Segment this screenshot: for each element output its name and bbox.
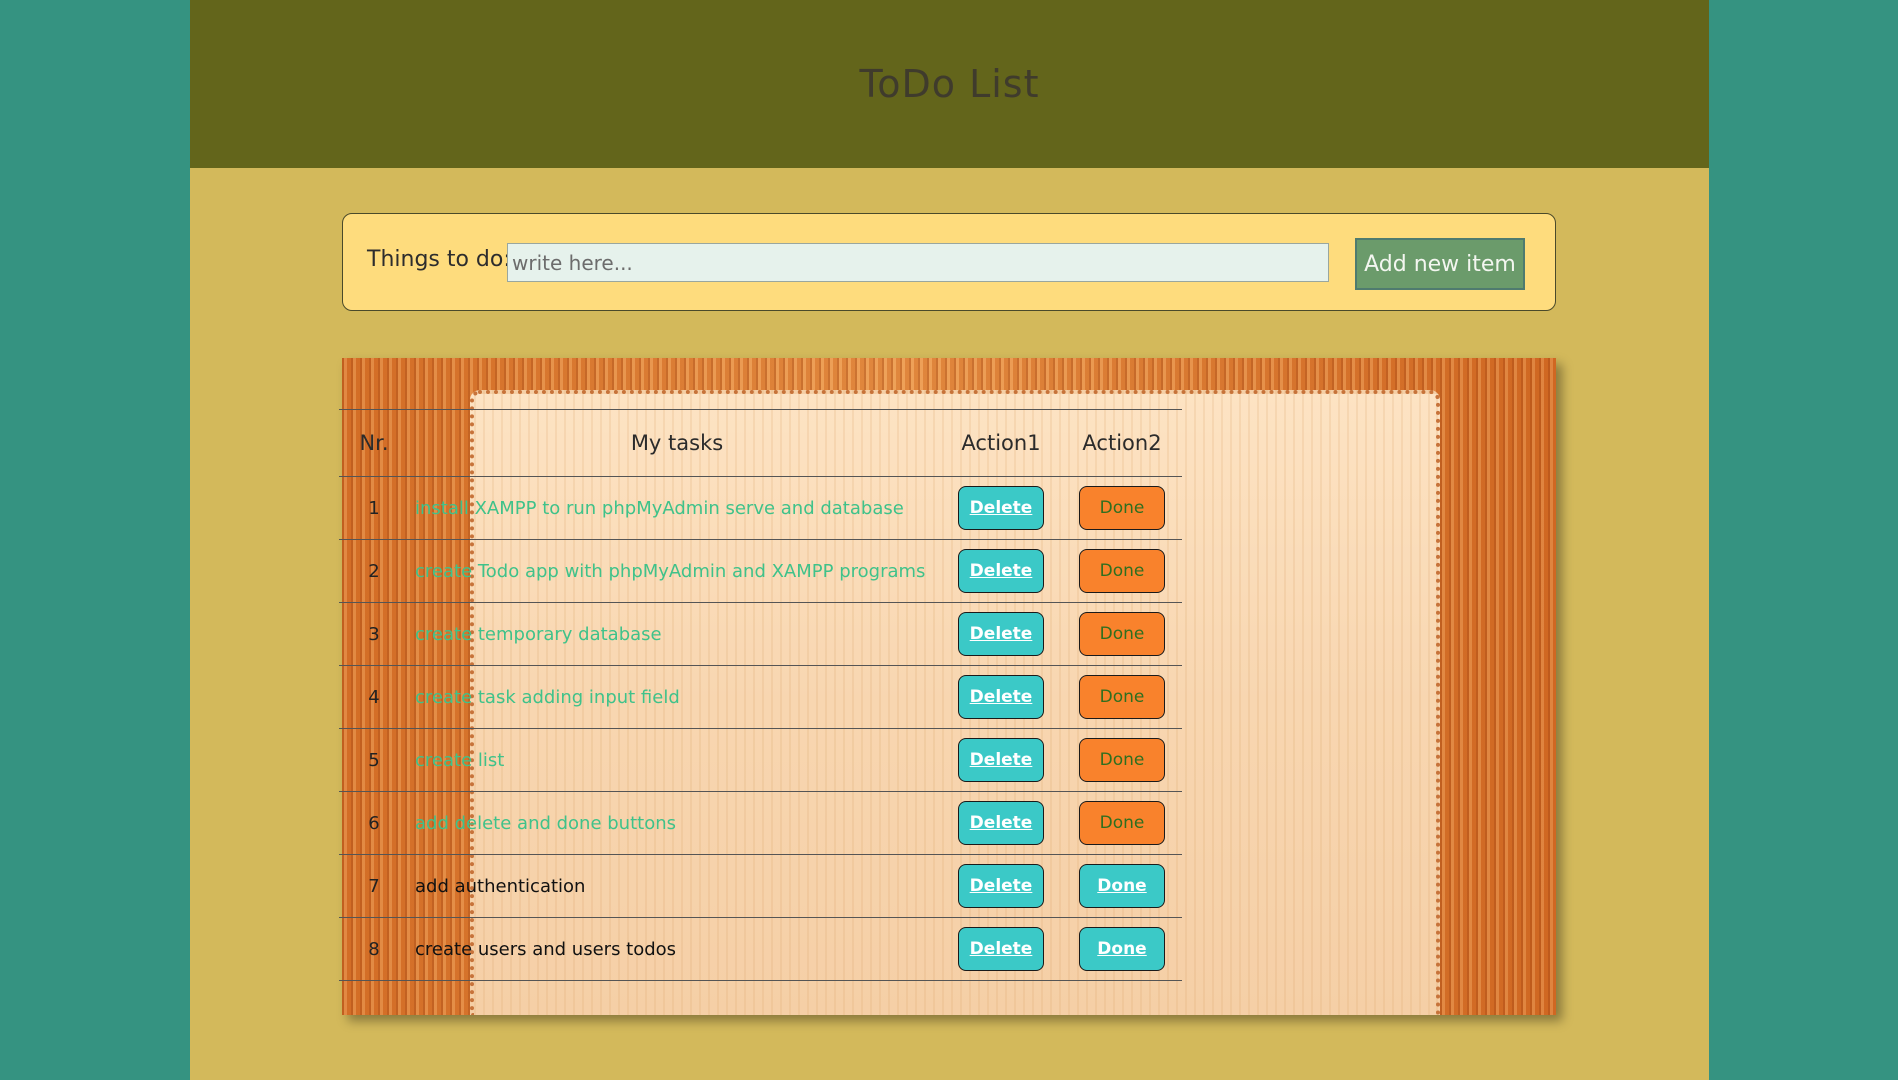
done-button[interactable]: Done (1079, 927, 1165, 971)
task-cell: add delete and done buttons (409, 791, 940, 855)
done-button[interactable]: Done (1079, 486, 1165, 530)
task-cell: create Todo app with phpMyAdmin and XAMP… (409, 539, 940, 603)
action1-cell: Delete (940, 728, 1062, 792)
task-number: 5 (339, 728, 409, 792)
done-button[interactable]: Done (1079, 864, 1165, 908)
table-row: 3 create temporary database Delete Done (339, 602, 1182, 666)
task-text: add delete and done buttons (415, 812, 677, 834)
task-cell: install XAMPP to run phpMyAdmin serve an… (409, 476, 940, 540)
done-button[interactable]: Done (1079, 549, 1165, 593)
action1-cell: Delete (940, 854, 1062, 918)
task-cell: create list (409, 728, 940, 792)
task-input[interactable] (507, 243, 1329, 282)
delete-button[interactable]: Delete (958, 549, 1044, 593)
add-new-item-button[interactable]: Add new item (1355, 238, 1525, 290)
task-text: create Todo app with phpMyAdmin and XAMP… (415, 560, 926, 582)
delete-button[interactable]: Delete (958, 486, 1044, 530)
table-row: 8 create users and users todos Delete Done (339, 917, 1182, 981)
action2-cell: Done (1062, 917, 1182, 981)
action1-cell: Delete (940, 476, 1062, 540)
task-number: 4 (339, 665, 409, 729)
task-number: 2 (339, 539, 409, 603)
task-text: create temporary database (415, 623, 662, 645)
action1-cell: Delete (940, 791, 1062, 855)
action2-cell: Done (1062, 728, 1182, 792)
delete-button[interactable]: Delete (958, 927, 1044, 971)
task-number: 3 (339, 602, 409, 666)
header-nr: Nr. (339, 409, 409, 477)
task-number: 7 (339, 854, 409, 918)
table-row: 4 create task adding input field Delete Don… (339, 665, 1182, 729)
action2-cell: Done (1062, 665, 1182, 729)
add-task-form: Things to do: Add new item (342, 213, 1556, 311)
task-text: create users and users todos (415, 938, 677, 960)
task-cell: create task adding input field (409, 665, 940, 729)
task-text: create list (415, 749, 505, 771)
page-title: ToDo List (859, 62, 1040, 106)
action2-cell: Done (1062, 539, 1182, 603)
action1-cell: Delete (940, 665, 1062, 729)
done-button[interactable]: Done (1079, 612, 1165, 656)
delete-button[interactable]: Delete (958, 864, 1044, 908)
delete-button[interactable]: Delete (958, 801, 1044, 845)
action2-cell: Done (1062, 791, 1182, 855)
action2-cell: Done (1062, 476, 1182, 540)
task-text: create task adding input field (415, 686, 680, 708)
action1-cell: Delete (940, 539, 1062, 603)
table-row: 5 create list Delete Done (339, 728, 1182, 792)
delete-button[interactable]: Delete (958, 738, 1044, 782)
header-my-tasks: My tasks (409, 409, 940, 477)
done-button[interactable]: Done (1079, 675, 1165, 719)
task-cell: create users and users todos (409, 917, 940, 981)
header-action1: Action1 (940, 409, 1062, 477)
done-button[interactable]: Done (1079, 801, 1165, 845)
task-number: 1 (339, 476, 409, 540)
task-number: 6 (339, 791, 409, 855)
delete-button[interactable]: Delete (958, 675, 1044, 719)
action1-cell: Delete (940, 917, 1062, 981)
task-text: add authentication (415, 875, 586, 897)
action1-cell: Delete (940, 602, 1062, 666)
tasks-table: Nr. My tasks Action1 Action2 1 install XA… (339, 409, 1182, 981)
table-row: 2 create Todo app with phpMyAdmin and XAM… (339, 539, 1182, 603)
done-button[interactable]: Done (1079, 738, 1165, 782)
header: ToDo List (190, 0, 1709, 168)
delete-button[interactable]: Delete (958, 612, 1044, 656)
table-header-row: Nr. My tasks Action1 Action2 (339, 409, 1182, 477)
task-number: 8 (339, 917, 409, 981)
header-action2: Action2 (1062, 409, 1182, 477)
things-to-do-label: Things to do: (367, 247, 511, 272)
task-text: install XAMPP to run phpMyAdmin serve an… (415, 497, 904, 519)
action2-cell: Done (1062, 602, 1182, 666)
table-row: 1 install XAMPP to run phpMyAdmin serve a… (339, 476, 1182, 540)
table-row: 6 add delete and done buttons Delete Done (339, 791, 1182, 855)
table-row: 7 add authentication Delete Done (339, 854, 1182, 918)
task-cell: create temporary database (409, 602, 940, 666)
task-cell: add authentication (409, 854, 940, 918)
action2-cell: Done (1062, 854, 1182, 918)
